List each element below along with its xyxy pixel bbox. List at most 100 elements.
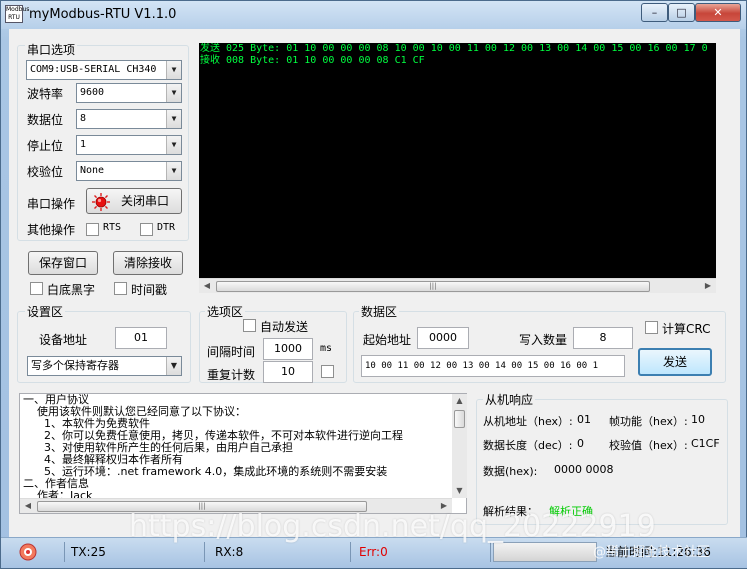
- databits-select-value: 8: [80, 113, 87, 124]
- rts-label: RTS: [103, 222, 122, 233]
- parity-label: 校验位: [27, 165, 64, 179]
- client-area: 串口选项 COM9:USB-SERIAL CH340 ▼ 波特率 9600 ▼ …: [9, 29, 740, 537]
- function-select-value: 写多个保持寄存器: [31, 359, 119, 372]
- settings-title: 设置区: [25, 303, 66, 320]
- agreement-vscrollbar[interactable]: ▲ ▼: [452, 394, 467, 498]
- slave-response-title: 从机响应: [483, 391, 536, 408]
- dtr-checkbox[interactable]: [140, 223, 153, 236]
- databits-select[interactable]: 8 ▼: [76, 109, 182, 129]
- minimize-button[interactable]: –: [641, 3, 668, 22]
- calc-crc-label: 计算CRC: [662, 322, 711, 336]
- terminal-line: 发送 025 Byte: 01 10 00 00 00 08 10 00 10 …: [200, 43, 708, 54]
- auto-send-label: 自动发送: [260, 320, 309, 334]
- port-op-label: 串口操作: [27, 197, 76, 211]
- status-progress: [493, 542, 597, 562]
- rts-checkbox[interactable]: [86, 223, 99, 236]
- window-title: myModbus-RTU V1.1.0: [29, 7, 177, 22]
- scroll-down-icon[interactable]: ▼: [452, 484, 467, 498]
- white-bg-label: 白底黑字: [47, 283, 96, 297]
- device-addr-label: 设备地址: [39, 333, 88, 347]
- maximize-button[interactable]: □: [668, 3, 695, 22]
- rx-count: RX:8: [211, 542, 351, 562]
- timestamp-label: 时间戳: [131, 283, 168, 297]
- slave-data-label: 数据(hex):: [483, 465, 538, 478]
- title-bar[interactable]: Modbus RTU myModbus-RTU V1.1.0 – □ ✕: [1, 1, 746, 29]
- terminal-hscrollbar[interactable]: ◀ ||| ▶: [199, 278, 716, 293]
- crc-value: C1CF: [691, 437, 720, 450]
- parity-select-value: None: [80, 165, 105, 176]
- slave-data-value: 0000 0008: [554, 463, 614, 476]
- status-divider: [45, 542, 65, 562]
- close-button[interactable]: ✕: [695, 3, 741, 22]
- tx-count: TX:25: [67, 542, 205, 562]
- parse-result-value: 解析正确: [549, 505, 593, 518]
- clear-receive-button[interactable]: 清除接收: [113, 251, 183, 275]
- status-bar: TX:25 RX:8 Err:0 当前时间:11:26:36: [1, 537, 747, 568]
- close-port-button[interactable]: 关闭串口: [86, 188, 182, 214]
- chevron-down-icon: ▼: [166, 136, 181, 154]
- crc-label: 校验值（hex）:: [609, 439, 688, 452]
- save-window-button[interactable]: 保存窗口: [28, 251, 98, 275]
- stopbits-select[interactable]: 1 ▼: [76, 135, 182, 155]
- baud-label: 波特率: [27, 87, 64, 101]
- scroll-right-icon[interactable]: ▶: [701, 280, 715, 292]
- dtr-label: DTR: [157, 222, 176, 233]
- other-op-label: 其他操作: [27, 223, 76, 237]
- app-icon: Modbus RTU: [5, 5, 30, 23]
- chevron-down-icon: ▼: [166, 84, 181, 102]
- interval-unit: ms: [320, 343, 333, 354]
- start-addr-input[interactable]: 0000: [417, 327, 469, 349]
- terminal-line: 接收 008 Byte: 01 10 00 00 00 08 C1 CF: [200, 55, 425, 66]
- options-title: 选项区: [205, 303, 246, 320]
- start-addr-label: 起始地址: [363, 333, 412, 347]
- interval-label: 间隔时间: [207, 345, 256, 359]
- scroll-thumb[interactable]: [454, 410, 465, 428]
- data-len-value: 0: [577, 437, 584, 450]
- repeat-input[interactable]: 10: [263, 361, 313, 383]
- parity-select[interactable]: None ▼: [76, 161, 182, 181]
- agreement-hscrollbar[interactable]: ◀ ||| ▶: [20, 498, 452, 513]
- err-count: Err:0: [355, 542, 491, 562]
- data-title: 数据区: [359, 303, 400, 320]
- scroll-left-icon[interactable]: ◀: [200, 280, 214, 292]
- receive-terminal[interactable]: 发送 025 Byte: 01 10 00 00 00 08 10 00 10 …: [199, 43, 716, 283]
- agreement-text[interactable]: 一、用户协议 使用该软件则默认您已经同意了以下协议： 1、本软件为免费软件 2、…: [19, 393, 467, 514]
- repeat-label: 重复计数: [207, 368, 256, 382]
- interval-input[interactable]: 1000: [263, 338, 313, 360]
- scroll-thumb[interactable]: |||: [216, 281, 650, 292]
- data-input[interactable]: 10 00 11 00 12 00 13 00 14 00 15 00 16 0…: [361, 355, 625, 377]
- scroll-up-icon[interactable]: ▲: [452, 394, 467, 408]
- parse-result-label: 解析结果：: [483, 505, 538, 518]
- baud-select-value: 9600: [80, 87, 105, 98]
- slave-addr-value: 01: [577, 413, 591, 426]
- scroll-right-icon[interactable]: ▶: [437, 500, 451, 512]
- port-select[interactable]: COM9:USB-SERIAL CH340 ▼: [26, 60, 182, 80]
- device-addr-input[interactable]: 01: [115, 327, 167, 349]
- chevron-down-icon: ▼: [166, 110, 181, 128]
- data-len-label: 数据长度（dec）:: [483, 439, 573, 452]
- red-light-icon: [92, 193, 110, 211]
- auto-send-checkbox[interactable]: [243, 319, 256, 332]
- current-time: 当前时间:11:26:36: [605, 545, 711, 559]
- stopbits-label: 停止位: [27, 139, 64, 153]
- baud-select[interactable]: 9600 ▼: [76, 83, 182, 103]
- func-value: 10: [691, 413, 705, 426]
- timestamp-checkbox[interactable]: [114, 282, 127, 295]
- function-select[interactable]: 写多个保持寄存器 ▼: [27, 356, 182, 376]
- scroll-thumb[interactable]: |||: [37, 501, 367, 512]
- serial-options-title: 串口选项: [25, 41, 78, 58]
- write-count-label: 写入数量: [519, 333, 568, 347]
- chevron-down-icon: ▼: [166, 162, 181, 180]
- repeat-checkbox[interactable]: [321, 365, 334, 378]
- send-button[interactable]: 发送: [638, 348, 712, 376]
- func-label: 帧功能（hex）:: [609, 415, 688, 428]
- disconnect-icon[interactable]: [19, 543, 37, 561]
- scroll-left-icon[interactable]: ◀: [21, 500, 35, 512]
- stopbits-select-value: 1: [80, 139, 87, 150]
- chevron-down-icon: ▼: [166, 61, 181, 79]
- calc-crc-checkbox[interactable]: [645, 321, 658, 334]
- white-bg-checkbox[interactable]: [30, 282, 43, 295]
- app-window: Modbus RTU myModbus-RTU V1.1.0 – □ ✕ 串口选…: [0, 0, 747, 569]
- write-count-input[interactable]: 8: [573, 327, 633, 349]
- databits-label: 数据位: [27, 113, 64, 127]
